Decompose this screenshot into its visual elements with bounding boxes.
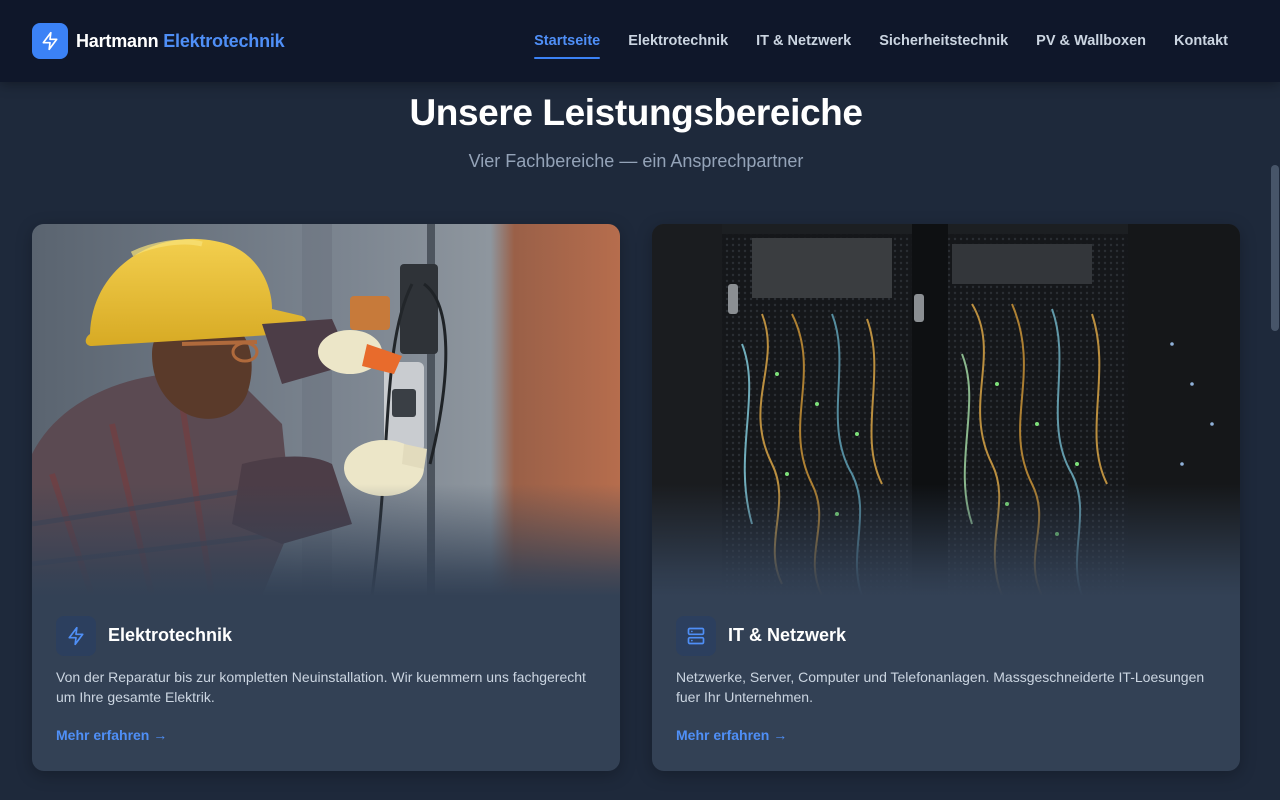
card-description: Von der Reparatur bis zur kompletten Neu… [56, 669, 586, 705]
brand-name: Hartmann Elektrotechnik [76, 30, 285, 51]
nav-pv-wallboxen[interactable]: PV & Wallboxen [1036, 27, 1146, 55]
service-card-it-netzwerk[interactable]: IT & Netzwerk Netzwerke, Server, Compute… [652, 224, 1240, 771]
card-description: Netzwerke, Server, Computer und Telefona… [676, 669, 1205, 705]
section-subtitle: Vier Fachbereiche — ein Ansprechpartner [468, 151, 804, 171]
nav-sicherheitstechnik[interactable]: Sicherheitstechnik [879, 27, 1008, 55]
section-title: Unsere Leistungsbereiche [409, 92, 863, 133]
scrollbar-thumb[interactable] [1271, 165, 1279, 331]
logo[interactable]: Hartmann Elektrotechnik [32, 23, 285, 59]
image-fade [32, 484, 620, 596]
card-title: IT & Netzwerk [728, 625, 847, 645]
nav-startseite[interactable]: Startseite [534, 27, 601, 59]
more-link[interactable]: Mehr erfahren → [676, 727, 787, 743]
nav-kontakt[interactable]: Kontakt [1174, 27, 1228, 55]
nav-it-netzwerk[interactable]: IT & Netzwerk [756, 27, 851, 55]
brand-accent: Elektrotechnik [163, 30, 285, 51]
service-card-elektrotechnik[interactable]: Elektrotechnik Von der Reparatur bis zur… [32, 224, 620, 771]
lightning-bolt-icon [32, 23, 68, 59]
image-fade [652, 484, 1240, 596]
server-icon [676, 616, 716, 656]
nav-elektrotechnik[interactable]: Elektrotechnik [628, 27, 728, 55]
main-nav: Startseite Elektrotechnik IT & Netzwerk … [534, 27, 1248, 59]
card-title: Elektrotechnik [108, 625, 233, 645]
site-header: Hartmann Elektrotechnik Startseite Elekt… [0, 0, 1280, 82]
lightning-bolt-icon [56, 616, 96, 656]
more-link[interactable]: Mehr erfahren → [56, 727, 167, 743]
